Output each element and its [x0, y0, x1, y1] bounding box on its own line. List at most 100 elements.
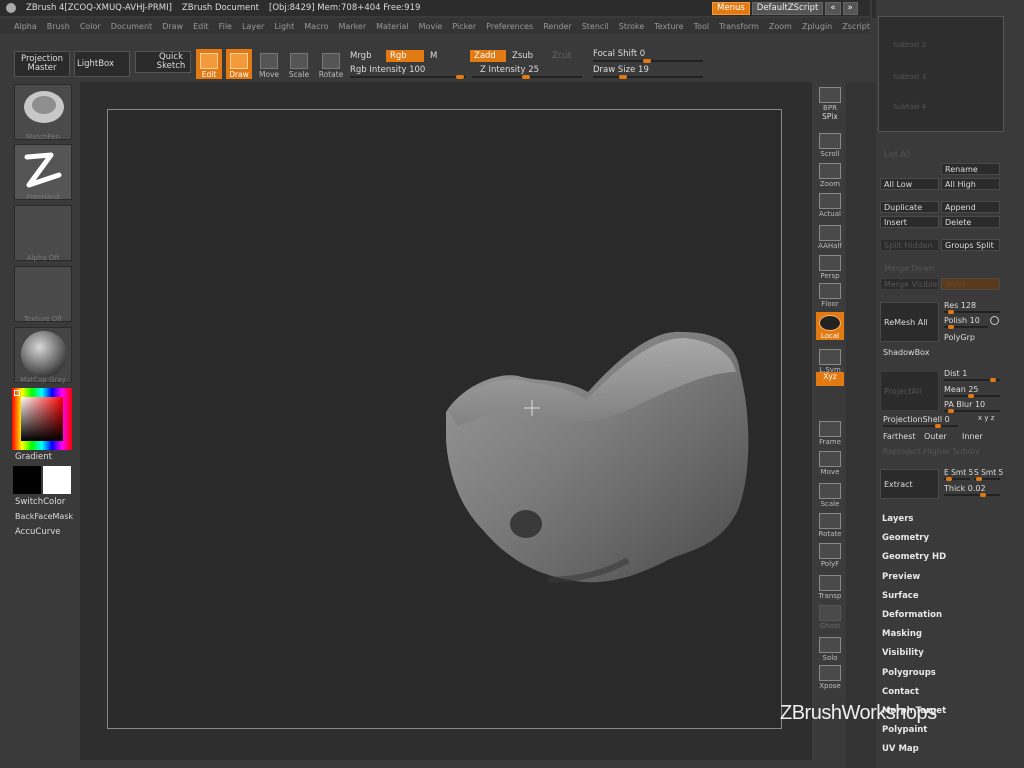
- menu-light[interactable]: Light: [274, 22, 294, 31]
- prev-icon[interactable]: «: [825, 2, 841, 15]
- tool-submenu-uv-map[interactable]: UV Map: [882, 744, 919, 754]
- shadowbox-button[interactable]: ShadowBox: [883, 348, 929, 357]
- polish-slider[interactable]: Polish 10: [944, 316, 980, 325]
- focal-shift-track[interactable]: [593, 59, 703, 63]
- frame-button[interactable]: Frame: [816, 418, 844, 446]
- s-smt-slider[interactable]: S Smt 5: [974, 468, 1003, 477]
- default-zscript-button[interactable]: DefaultZScript: [751, 2, 824, 15]
- tool-submenu-geometry-hd[interactable]: Geometry HD: [882, 552, 946, 562]
- draw-size-track[interactable]: [593, 75, 703, 79]
- menu-preferences[interactable]: Preferences: [486, 22, 533, 31]
- menu-draw[interactable]: Draw: [162, 22, 183, 31]
- all-low-button[interactable]: All Low: [880, 178, 939, 190]
- backfacemask-button[interactable]: BackFaceMask: [15, 512, 73, 521]
- menu-brush[interactable]: Brush: [47, 22, 70, 31]
- draw-button[interactable]: Draw: [226, 49, 252, 79]
- menu-zplugin[interactable]: Zplugin: [802, 22, 832, 31]
- subtool-list[interactable]: Subtool 2 Subtool 3 Subtool 4: [878, 16, 1004, 132]
- menu-zscript[interactable]: Zscript: [842, 22, 870, 31]
- menu-file[interactable]: File: [219, 22, 232, 31]
- e-smt-slider[interactable]: E Smt 5: [944, 468, 973, 477]
- rename-button[interactable]: Rename: [941, 163, 1000, 175]
- list-all-button[interactable]: List All: [884, 150, 910, 159]
- main-color-swatch[interactable]: [13, 466, 41, 494]
- gradient-button[interactable]: Gradient: [15, 452, 52, 462]
- polygrp-button[interactable]: PolyGrp: [944, 333, 975, 342]
- menu-zoom[interactable]: Zoom: [769, 22, 792, 31]
- res-slider[interactable]: Res 128: [944, 301, 976, 310]
- menu-layer[interactable]: Layer: [242, 22, 264, 31]
- persp-button[interactable]: Persp: [816, 252, 844, 280]
- tool-submenu-masking[interactable]: Masking: [882, 629, 922, 639]
- menu-movie[interactable]: Movie: [419, 22, 443, 31]
- thick-slider[interactable]: Thick 0.02: [944, 484, 986, 493]
- aahalf-button[interactable]: AAHalf: [816, 222, 844, 250]
- all-high-button[interactable]: All High: [941, 178, 1000, 190]
- rgb-intensity-knob[interactable]: [456, 75, 464, 79]
- pa-blur-slider-track[interactable]: [944, 409, 1000, 413]
- z-intensity-track[interactable]: [472, 75, 582, 79]
- draw-size-knob[interactable]: [619, 75, 627, 79]
- subtool-list-item[interactable]: Subtool 4: [893, 103, 926, 111]
- lsym-button[interactable]: L.Sym: [816, 346, 844, 374]
- s-smt-knob[interactable]: [976, 477, 982, 481]
- move-button[interactable]: Move: [256, 49, 282, 79]
- tool-submenu-visibility[interactable]: Visibility: [882, 648, 924, 658]
- rgb-button[interactable]: Rgb: [386, 50, 424, 62]
- pa-blur-slider[interactable]: PA Blur 10: [944, 400, 985, 409]
- tool-submenu-geometry[interactable]: Geometry: [882, 533, 929, 543]
- mean-slider[interactable]: Mean 25: [944, 385, 979, 394]
- scroll-button[interactable]: Scroll: [816, 130, 844, 158]
- move-button[interactable]: Move: [816, 448, 844, 476]
- project-all-button[interactable]: ProjectAll: [880, 371, 939, 411]
- edit-button[interactable]: Edit: [196, 49, 222, 79]
- res-slider-track[interactable]: [944, 310, 1000, 314]
- polish-slider-track[interactable]: [944, 325, 988, 329]
- dist-slider[interactable]: Dist 1: [944, 369, 967, 378]
- focal-shift-slider[interactable]: Focal Shift 0: [593, 49, 645, 59]
- insert-button[interactable]: Insert: [880, 216, 939, 228]
- weld-button[interactable]: Weld: [941, 278, 1000, 290]
- focal-shift-knob[interactable]: [643, 59, 651, 63]
- polish-knob[interactable]: [948, 325, 954, 329]
- s-smt-track[interactable]: [974, 477, 1000, 481]
- solo-button[interactable]: Solo: [816, 634, 844, 662]
- projection-shell-track[interactable]: [883, 424, 958, 428]
- tool-submenu-deformation[interactable]: Deformation: [882, 610, 942, 620]
- material-thumbnail[interactable]: [14, 327, 72, 383]
- menu-picker[interactable]: Picker: [452, 22, 476, 31]
- m-button[interactable]: M: [430, 51, 437, 61]
- rotate-button[interactable]: Rotate: [816, 510, 844, 538]
- polyf-button[interactable]: PolyF: [816, 540, 844, 568]
- merge-down-button[interactable]: Merge Down: [884, 264, 934, 273]
- thick-slider-track[interactable]: [944, 493, 1000, 497]
- z-intensity-slider[interactable]: Z Intensity 25: [480, 65, 539, 75]
- res-knob[interactable]: [948, 310, 954, 314]
- rgb-intensity-slider[interactable]: Rgb Intensity 100: [350, 65, 425, 75]
- pa-blur-knob[interactable]: [948, 409, 954, 413]
- menu-material[interactable]: Material: [376, 22, 409, 31]
- sculpt-mesh[interactable]: [108, 110, 783, 730]
- polish-toggle-icon[interactable]: [990, 316, 999, 325]
- draw-size-slider[interactable]: Draw Size 19: [593, 65, 649, 75]
- e-smt-track[interactable]: [944, 477, 970, 481]
- tool-submenu-surface[interactable]: Surface: [882, 591, 919, 601]
- color-saturation-square[interactable]: [21, 397, 63, 441]
- menu-color[interactable]: Color: [80, 22, 101, 31]
- stroke-thumbnail[interactable]: [14, 144, 72, 200]
- mean-slider-track[interactable]: [944, 394, 1000, 398]
- dist-slider-track[interactable]: [944, 378, 1000, 382]
- ghost-button[interactable]: Ghost: [816, 602, 844, 630]
- subtool-list-item[interactable]: Subtool 3: [893, 73, 926, 81]
- scale-button[interactable]: Scale: [286, 49, 312, 79]
- tool-submenu-contact[interactable]: Contact: [882, 687, 919, 697]
- merge-visible-button[interactable]: Merge Visible: [880, 278, 939, 290]
- secondary-color-swatch[interactable]: [43, 466, 71, 494]
- mean-knob[interactable]: [968, 394, 974, 398]
- xyz-axis-icon[interactable]: x y z: [978, 414, 994, 422]
- inner-button[interactable]: Inner: [962, 432, 983, 441]
- groups-split-button[interactable]: Groups Split: [941, 239, 1000, 251]
- next-icon[interactable]: »: [842, 2, 858, 15]
- menu-alpha[interactable]: Alpha: [14, 22, 37, 31]
- projection-master-button[interactable]: Projection Master: [14, 51, 70, 77]
